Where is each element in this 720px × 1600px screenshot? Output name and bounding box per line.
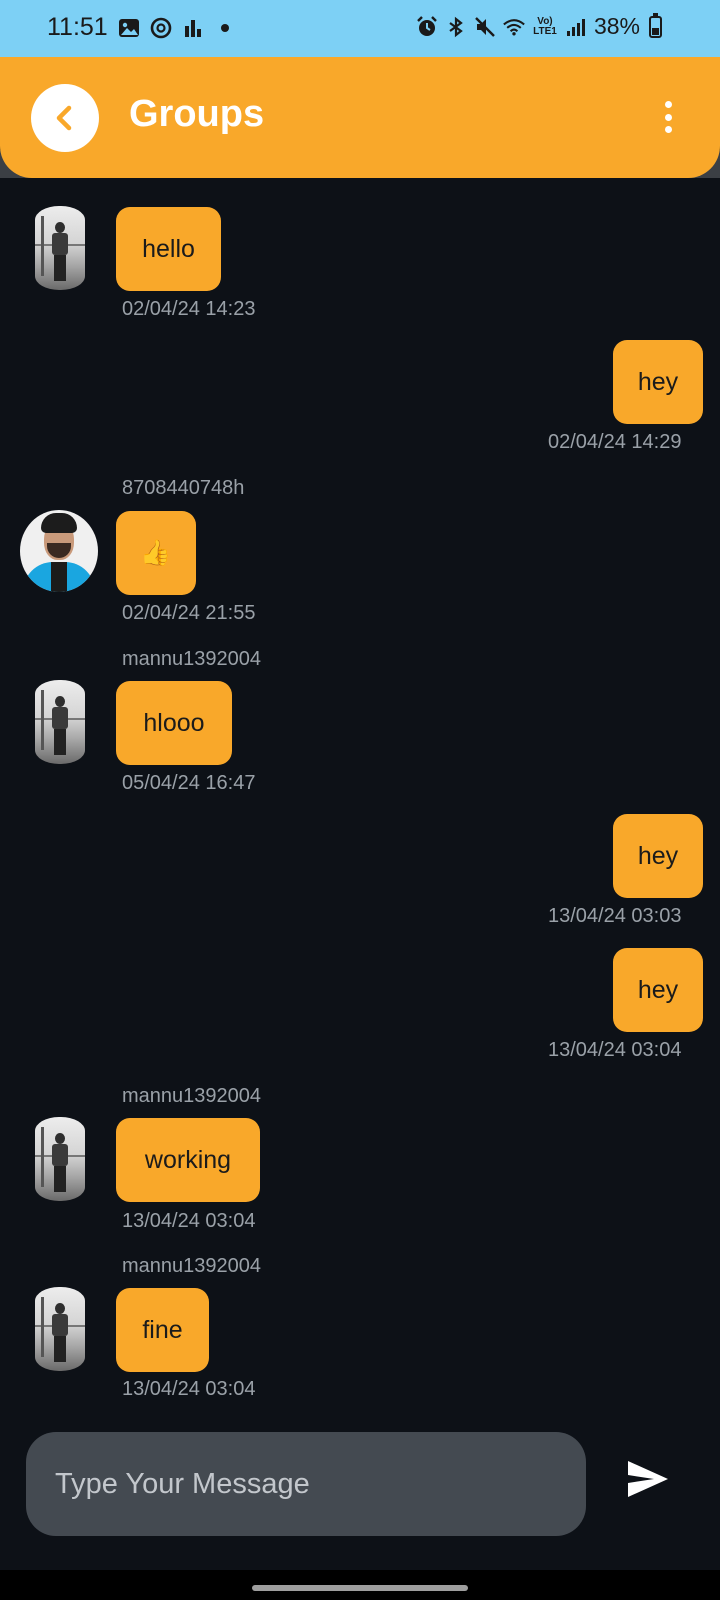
- message-bubble[interactable]: working: [116, 1118, 260, 1202]
- message-timestamp: 13/04/24 03:04: [122, 1210, 256, 1232]
- message-timestamp: 13/04/24 03:04: [122, 1378, 256, 1400]
- message-text: hey: [637, 367, 679, 396]
- battery-percent: 38%: [593, 13, 640, 39]
- send-button[interactable]: [620, 1453, 676, 1505]
- message-text: hey: [637, 841, 679, 870]
- page-title: Groups: [129, 93, 265, 135]
- message-bubble[interactable]: hey: [613, 814, 703, 898]
- dot-icon: [214, 17, 236, 39]
- message-timestamp: 05/04/24 16:47: [122, 772, 256, 794]
- message-bubble[interactable]: fine: [116, 1288, 209, 1372]
- message-timestamp: 13/04/24 03:03: [548, 905, 682, 927]
- message-timestamp: 13/04/24 03:04: [548, 1039, 682, 1061]
- avatar[interactable]: [35, 1117, 85, 1201]
- signal-icon: [565, 16, 587, 38]
- avatar[interactable]: [35, 680, 85, 764]
- thumbs-up-emoji: 👍: [140, 538, 172, 567]
- threads-icon: [150, 17, 172, 39]
- bar-chart-icon: [182, 17, 204, 39]
- message-text: hello: [142, 234, 195, 263]
- status-bar: 11:51 Vo) LTE1 38%: [0, 0, 720, 57]
- wifi-icon: [503, 16, 525, 38]
- message-list[interactable]: hello 02/04/24 14:23 hey 02/04/24 14:29 …: [0, 178, 720, 1415]
- message-input[interactable]: [55, 1432, 555, 1536]
- home-gesture-handle[interactable]: [252, 1585, 468, 1591]
- message-bubble[interactable]: hello: [116, 207, 221, 291]
- status-left: 11:51: [47, 13, 236, 42]
- avatar[interactable]: [35, 1287, 85, 1371]
- battery-icon: [649, 12, 662, 38]
- message-timestamp: 02/04/24 14:29: [548, 431, 682, 453]
- more-vert-icon: [664, 101, 672, 108]
- message-text: hey: [637, 975, 679, 1004]
- back-button[interactable]: [31, 84, 99, 152]
- sender-name: mannu1392004: [122, 1255, 262, 1277]
- message-timestamp: 02/04/24 14:23: [122, 298, 256, 320]
- message-bubble[interactable]: hey: [613, 948, 703, 1032]
- app-header: Groups: [0, 57, 720, 178]
- mute-icon: [474, 16, 496, 38]
- message-bubble[interactable]: hey: [613, 340, 703, 424]
- message-bubble[interactable]: hlooo: [116, 681, 232, 765]
- message-timestamp: 02/04/24 21:55: [122, 602, 256, 624]
- avatar[interactable]: [35, 206, 85, 290]
- more-options-button[interactable]: [654, 95, 682, 139]
- message-text: fine: [142, 1315, 183, 1344]
- sender-name: mannu1392004: [122, 648, 262, 670]
- chevron-left-icon: [56, 105, 72, 131]
- message-text: hlooo: [143, 708, 205, 737]
- alarm-icon: [416, 15, 438, 38]
- sender-name: mannu1392004: [122, 1085, 262, 1107]
- status-time: 11:51: [47, 13, 108, 41]
- message-composer: [26, 1432, 586, 1536]
- send-icon: [628, 1461, 668, 1497]
- message-text: working: [144, 1145, 232, 1174]
- message-bubble[interactable]: 👍: [116, 511, 196, 595]
- sender-name: 8708440748h: [122, 477, 245, 499]
- volte-icon: Vo) LTE1: [533, 15, 557, 37]
- bluetooth-icon: [445, 16, 467, 38]
- gallery-icon: [118, 17, 140, 39]
- status-right: Vo) LTE1 38%: [416, 12, 662, 40]
- avatar[interactable]: [20, 510, 98, 592]
